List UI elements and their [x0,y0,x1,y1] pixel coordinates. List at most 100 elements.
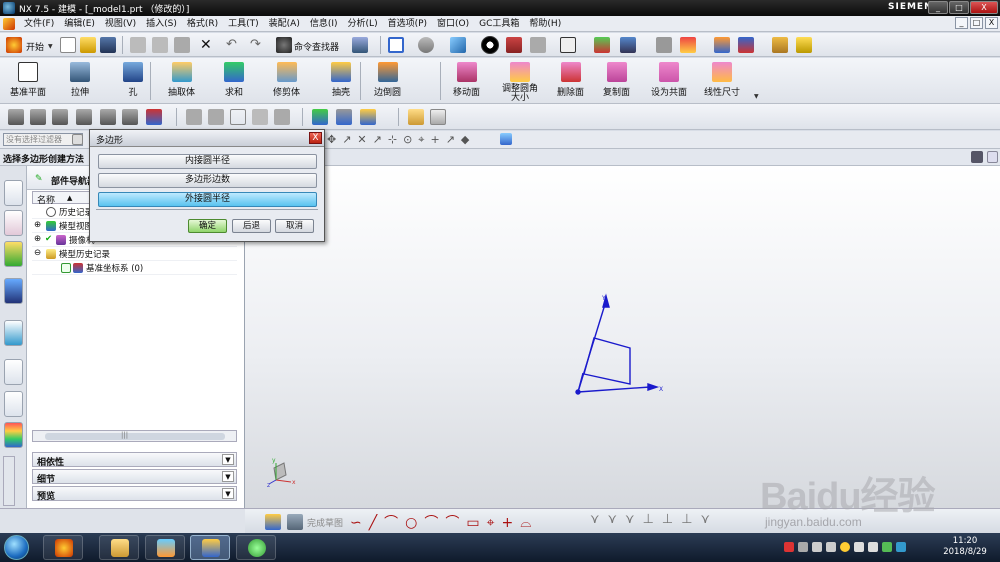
curve-tool-icon-4[interactable] [76,109,92,125]
tray-icon-4[interactable] [826,542,836,552]
system-materials-icon[interactable] [4,391,23,417]
extract-body-button[interactable]: 抽取体 [168,62,195,98]
finish-sketch-icon[interactable] [287,514,303,530]
navigator-hscrollbar[interactable]: ||| [32,430,237,442]
menu-insert[interactable]: 插入(S) [141,17,182,31]
reuse-library-icon[interactable] [4,241,23,267]
taskbar-explorer[interactable] [99,535,139,560]
tree-row-model-history[interactable]: ⊖ 模型历史记录 [32,247,237,261]
back-button[interactable]: 后退 [232,219,271,233]
curve-tool-icon-3[interactable] [52,109,68,125]
fit-view-icon[interactable] [388,37,404,53]
menu-tools[interactable]: 工具(T) [223,17,264,31]
surface-tool-icon-3[interactable] [230,109,246,125]
panel-details[interactable]: 细节 ▼ [32,469,237,485]
open-folder-icon[interactable] [80,37,96,53]
sketch-curve-tools[interactable]: ∽╱⌒○⌒⌒▭⌖+⌓ [350,512,538,532]
collapse-icon[interactable]: ⊖ [34,248,41,258]
ok-button[interactable]: 确定 [188,219,227,233]
render-style-icon[interactable] [481,36,499,54]
expand-icon[interactable]: ⊕ [34,234,41,244]
menu-file[interactable]: 文件(F) [19,17,59,31]
checkbox-icon[interactable] [61,263,71,273]
surface-tool-icon-5[interactable] [274,109,290,125]
sync-tool-icon-2[interactable] [336,109,352,125]
annotation-icon-1[interactable] [408,109,424,125]
network-icon[interactable] [854,542,864,552]
curve-tool-icon-6[interactable] [122,109,138,125]
menu-gc-toolbox[interactable]: GC工具箱 [474,17,524,31]
taskbar-paint[interactable] [145,535,185,560]
clock[interactable]: 11:20 2018/8/29 [935,536,995,558]
sketch-constraint-tools[interactable]: ⋎⋎⋎⊥⊥⊥⋎ [590,512,718,527]
menu-preferences[interactable]: 首选项(P) [383,17,432,31]
part-navigator-icon[interactable] [4,210,23,236]
dialog-close-button[interactable]: X [309,132,322,144]
shell-button[interactable]: 抽壳 [331,62,351,98]
shield-icon[interactable] [882,542,892,552]
cut-icon[interactable] [130,37,146,53]
pin-icon[interactable]: ✎ [35,174,43,184]
scroll-thumb[interactable] [45,433,225,440]
background-icon[interactable] [560,37,576,53]
selection-icon[interactable] [352,37,368,53]
new-file-icon[interactable] [60,37,76,53]
surface-tool-icon-1[interactable] [186,109,202,125]
chevron-down-icon[interactable]: ▼ [222,471,234,482]
finish-sketch-button[interactable]: 完成草图 [307,516,343,529]
shaded-icon[interactable] [506,37,522,53]
dialog-title-bar[interactable]: 多边形 X [90,130,324,147]
menu-help[interactable]: 帮助(H) [524,17,566,31]
wcs-icon[interactable] [594,37,610,53]
inscribed-radius-option[interactable]: 内接圆半径 [98,154,317,169]
chevron-down-icon[interactable]: ▼ [222,488,234,499]
doc-close-button[interactable]: X [985,17,998,29]
snap-point-icons[interactable]: ✥↗✕↗⊹⊙⌖+↗◆ [327,133,475,147]
circumscribed-radius-option[interactable]: 外接圆半径 [98,192,317,207]
snap-point-icon[interactable] [714,37,730,53]
menu-view[interactable]: 视图(V) [100,17,141,31]
copy-face-button[interactable]: 复制面 [603,62,630,98]
cancel-button[interactable]: 取消 [275,219,314,233]
move-face-button[interactable]: 移动面 [453,62,480,98]
hole-button[interactable]: 孔 [123,62,143,98]
scroll-right-icon[interactable] [987,151,998,163]
assembly-navigator-icon[interactable] [4,180,23,206]
menu-edit[interactable]: 编辑(E) [59,17,100,31]
history-icon[interactable] [4,359,23,385]
sketch-icon[interactable] [265,514,281,530]
start-button[interactable]: 开始 [26,40,44,53]
curve-tool-icon-1[interactable] [8,109,24,125]
tray-icon-5[interactable] [840,542,850,552]
datum-plane-button[interactable]: 基准平面 [10,62,46,98]
menu-format[interactable]: 格式(R) [182,17,223,31]
edge-blend-button[interactable]: 边倒圆 [374,62,401,98]
extrude-button[interactable]: 拉伸 [70,62,90,98]
chevron-down-icon[interactable] [72,134,83,145]
type-filter-dropdown[interactable]: 没有选择过滤器 [3,133,83,146]
minimize-button[interactable]: _ [928,1,948,14]
view-cube-icon[interactable] [500,133,512,145]
menu-assembly[interactable]: 装配(A) [264,17,305,31]
surface-tool-icon-4[interactable] [252,109,268,125]
layer-icon[interactable] [656,37,672,53]
expand-icon[interactable]: ⊕ [34,220,41,230]
roles-icon[interactable] [4,422,23,448]
hd3d-tools-icon[interactable] [4,278,23,304]
surface-tool-icon-2[interactable] [208,109,224,125]
menu-information[interactable]: 信息(I) [305,17,343,31]
maximize-button[interactable]: □ [949,1,969,14]
menu-window[interactable]: 窗口(O) [432,17,474,31]
chevron-down-icon[interactable]: ▼ [222,454,234,465]
menu-analysis[interactable]: 分析(L) [343,17,383,31]
start-button[interactable] [4,535,29,560]
tray-icon-2[interactable] [798,542,808,552]
side-count-option[interactable]: 多边形边数 [98,173,317,188]
paste-icon[interactable] [174,37,190,53]
tray-icon-6[interactable] [896,542,906,552]
tree-row-datum-csys[interactable]: 基准坐标系 (0) [32,261,237,275]
datum-csys-icon[interactable] [680,37,696,53]
linear-dimension-button[interactable]: 线性尺寸 [704,62,740,98]
measure-distance-icon[interactable] [772,37,788,53]
move-object-icon[interactable] [620,37,636,53]
